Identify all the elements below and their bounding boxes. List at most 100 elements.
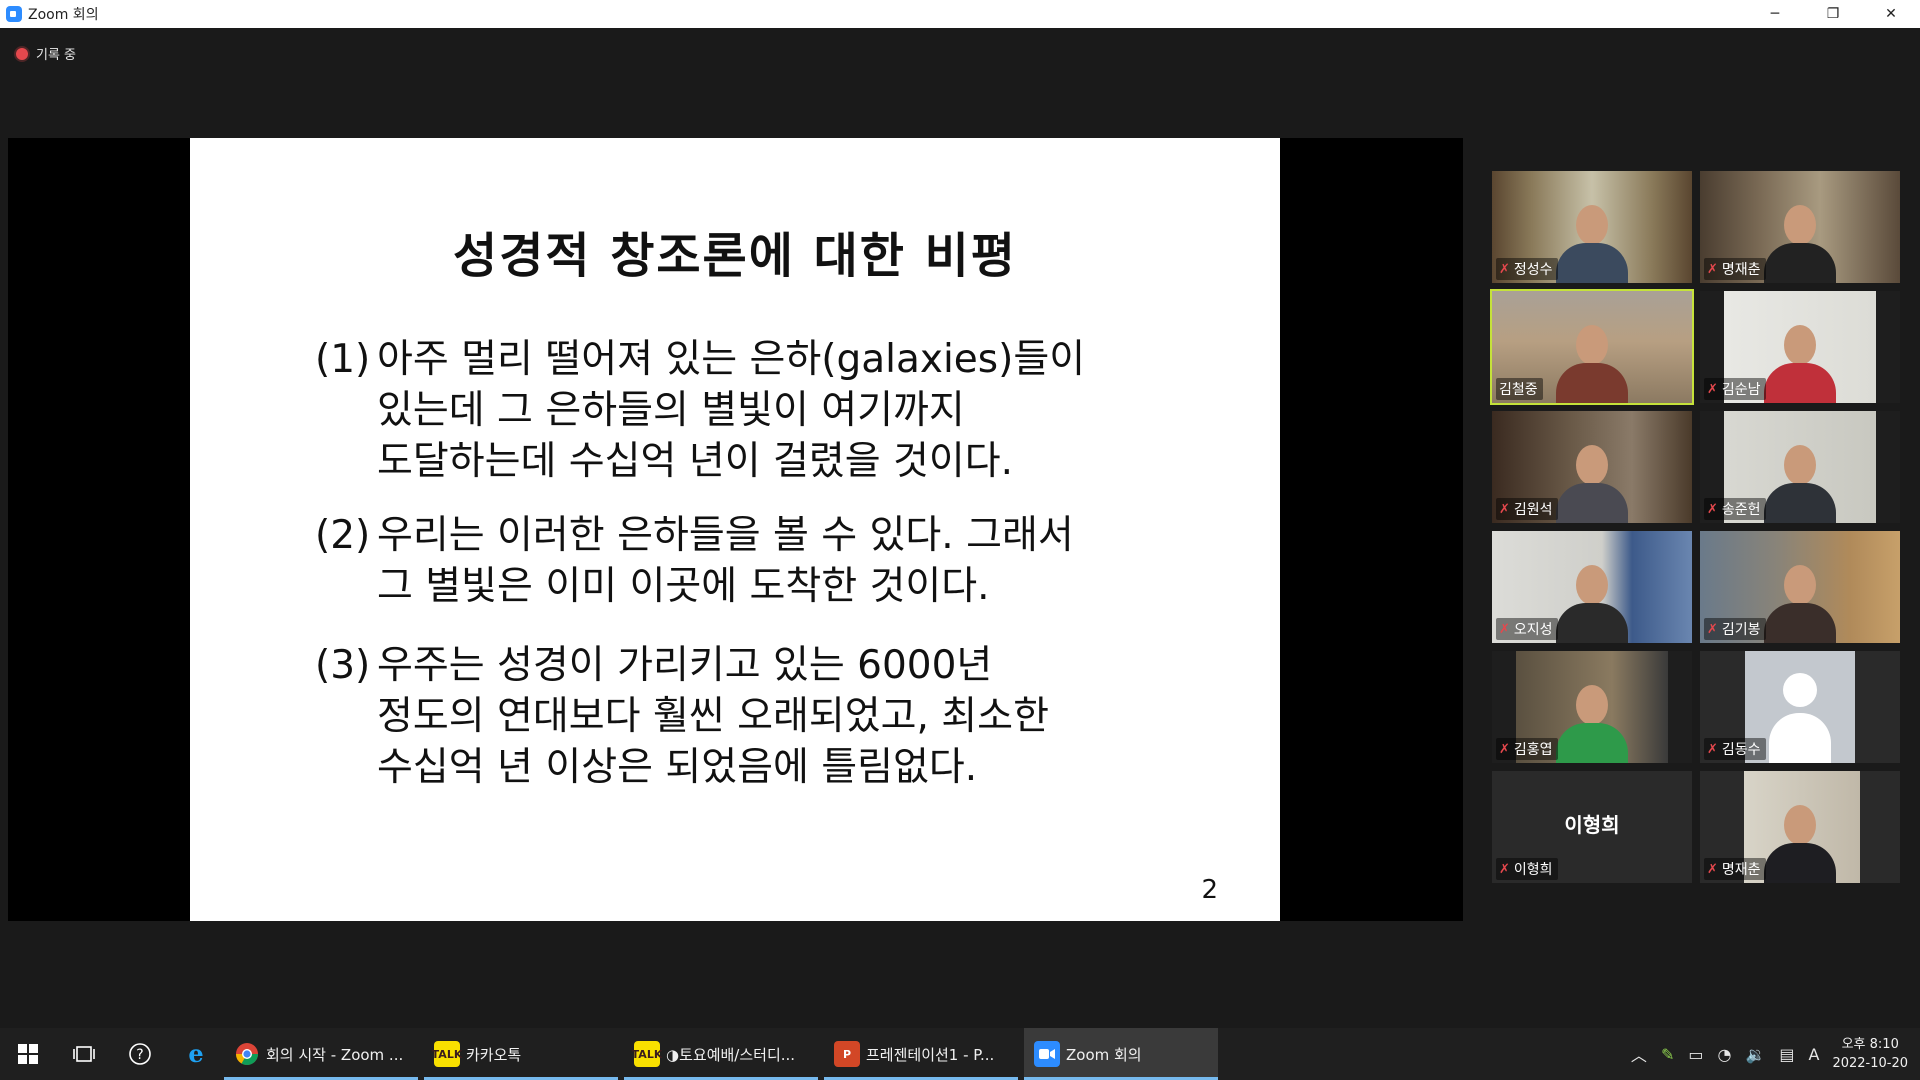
taskbar-app-powerpoint[interactable]: P 프레젠테이션1 - P... [824, 1028, 1018, 1080]
battery-icon[interactable]: ▭ [1688, 1045, 1703, 1064]
participant-tile[interactable]: ✗ 송준헌 [1700, 411, 1900, 523]
slide-page-number: 2 [1201, 875, 1218, 905]
slide-point-text: 아주 멀리 떨어져 있는 은하(galaxies)들이 있는데 그 은하들의 별… [377, 337, 1086, 484]
mic-muted-icon: ✗ [1707, 381, 1718, 397]
clock-date: 2022-10-20 [1832, 1056, 1908, 1071]
slide-point-2: (2) 우리는 이러한 은하들을 볼 수 있다. 그래서 그 별빛은 이미 이곳… [315, 510, 1215, 612]
participant-tile-active-speaker[interactable]: 김철중 [1490, 289, 1694, 405]
participant-video [1760, 187, 1840, 283]
participant-tile[interactable]: ✗ 정성수 [1492, 171, 1692, 283]
slide-title: 성경적 창조론에 대한 비평 [453, 228, 1017, 284]
participant-video [1760, 787, 1840, 883]
participant-tile[interactable]: ✗ 김기봉 [1700, 531, 1900, 643]
meeting-area: 기록 중 성경적 창조론에 대한 비평 (1) 아주 멀리 떨어져 있는 은하(… [0, 28, 1920, 1028]
taskbar-app-label: Zoom 회의 [1066, 1045, 1142, 1064]
ime-indicator[interactable]: A [1808, 1045, 1819, 1064]
participant-video [1760, 427, 1840, 523]
window-title: Zoom 회의 [28, 7, 99, 23]
participant-name: 정성수 [1513, 262, 1553, 278]
taskbar-app-label: 카카오톡 [466, 1045, 522, 1064]
powerpoint-icon: P [834, 1041, 860, 1067]
help-icon[interactable]: ? [112, 1028, 168, 1080]
participant-name: 김철중 [1499, 382, 1538, 398]
mic-muted-icon: ✗ [1499, 501, 1510, 517]
participant-tile-video-off[interactable]: 이형희 ✗ 이형희 [1492, 771, 1692, 883]
participant-name: 김순남 [1721, 382, 1761, 398]
participant-video [1552, 547, 1632, 643]
mic-muted-icon: ✗ [1707, 741, 1718, 757]
system-tray: ︿ ✎ ▭ ◔ 🔉 ▤ A 오후 8:10 2022-10-20 [1624, 1028, 1920, 1080]
slide-point-text: 우리는 이러한 은하들을 볼 수 있다. 그래서 그 별빛은 이미 이곳에 도착… [377, 513, 1074, 609]
taskbar: ? e 회의 시작 - Zoom ... TALK 카카오톡 TALK ◑토요예… [0, 1028, 1920, 1080]
participant-video [1760, 307, 1840, 403]
participant-tile[interactable]: ✗ 명재춘 [1700, 171, 1900, 283]
kakaotalk-icon: TALK [632, 1041, 662, 1067]
participant-name: 김원석 [1513, 502, 1553, 518]
network-icon[interactable]: ◔ [1717, 1045, 1731, 1064]
taskbar-app-label: ◑토요예배/스터디... [666, 1045, 796, 1064]
recording-label: 기록 중 [36, 48, 77, 63]
chrome-icon [234, 1041, 260, 1067]
recording-indicator[interactable]: 기록 중 [16, 44, 76, 63]
restore-button[interactable]: ❐ [1804, 0, 1862, 28]
mic-muted-icon: ✗ [1499, 621, 1510, 637]
internet-explorer-icon[interactable]: e [168, 1028, 224, 1080]
participant-tile[interactable]: ✗ 오지성 [1492, 531, 1692, 643]
slide-point-text: 우주는 성경이 가리키고 있는 6000년 정도의 연대보다 훨씬 오래되었고,… [377, 643, 1049, 790]
slide-point-1: (1) 아주 멀리 떨어져 있는 은하(galaxies)들이 있는데 그 은하… [315, 334, 1215, 487]
mic-muted-icon: ✗ [1499, 261, 1510, 277]
participant-name: 명재춘 [1721, 262, 1761, 278]
mic-muted-icon: ✗ [1707, 861, 1718, 877]
mic-muted-icon: ✗ [1707, 501, 1718, 517]
pen-icon[interactable]: ✎ [1661, 1045, 1674, 1064]
taskbar-app-kakaotalk[interactable]: TALK 카카오톡 [424, 1028, 618, 1080]
taskbar-app-label: 회의 시작 - Zoom ... [266, 1045, 404, 1064]
participant-name: 김기봉 [1721, 622, 1761, 638]
mic-muted-icon: ✗ [1499, 741, 1510, 757]
participant-video [1552, 667, 1632, 763]
slide-point-number: (3) [315, 643, 371, 688]
taskbar-app-label: 프레젠테이션1 - P... [866, 1045, 995, 1064]
svg-text:e: e [188, 1041, 203, 1067]
participant-name: 이형희 [1513, 862, 1553, 878]
taskbar-app-kakaotalk-chat[interactable]: TALK ◑토요예배/스터디... [624, 1028, 818, 1080]
clock-time: 오후 8:10 [1841, 1037, 1899, 1052]
window-titlebar: Zoom 회의 ─ ❐ ✕ [0, 0, 1920, 28]
svg-text:?: ? [136, 1047, 143, 1063]
participant-name: 김홍엽 [1513, 742, 1553, 758]
participant-tile[interactable]: ✗ 김원석 [1492, 411, 1692, 523]
screen-share: 성경적 창조론에 대한 비평 (1) 아주 멀리 떨어져 있는 은하(galax… [8, 138, 1463, 921]
minimize-button[interactable]: ─ [1746, 0, 1804, 28]
taskbar-app-zoom[interactable]: Zoom 회의 [1024, 1028, 1218, 1080]
recording-dot-icon [16, 47, 28, 60]
task-view-icon[interactable] [56, 1028, 112, 1080]
slide-point-number: (2) [315, 513, 371, 558]
participant-tile[interactable]: ✗ 김홍엽 [1492, 651, 1692, 763]
participant-tile[interactable]: ✗ 명재춘 [1700, 771, 1900, 883]
participant-name: 김동수 [1721, 742, 1761, 758]
participant-tile[interactable]: ✗ 김순남 [1700, 291, 1900, 403]
participant-name: 명재춘 [1721, 862, 1761, 878]
close-button[interactable]: ✕ [1862, 0, 1920, 28]
participant-video [1552, 307, 1632, 403]
participant-video [1552, 187, 1632, 283]
taskbar-app-chrome[interactable]: 회의 시작 - Zoom ... [224, 1028, 418, 1080]
slide-point-3: (3) 우주는 성경이 가리키고 있는 6000년 정도의 연대보다 훨씬 오래… [315, 640, 1215, 793]
window-controls: ─ ❐ ✕ [1746, 0, 1920, 28]
zoom-icon [1034, 1041, 1060, 1067]
kakaotalk-icon: TALK [432, 1041, 462, 1067]
slide-point-number: (1) [315, 337, 371, 382]
participant-name: 송준헌 [1721, 502, 1761, 518]
clock[interactable]: 오후 8:10 2022-10-20 [1832, 1035, 1908, 1073]
windows-start-icon[interactable] [0, 1028, 56, 1080]
volume-icon[interactable]: 🔉 [1745, 1045, 1765, 1064]
mic-muted-icon: ✗ [1499, 861, 1510, 877]
notification-icon[interactable]: ▤ [1779, 1045, 1794, 1064]
participant-video [1552, 427, 1632, 523]
show-hidden-icons-icon[interactable]: ︿ [1631, 1042, 1647, 1066]
mic-muted-icon: ✗ [1707, 261, 1718, 277]
mic-muted-icon: ✗ [1707, 621, 1718, 637]
participant-video [1760, 547, 1840, 643]
participant-tile-video-off[interactable]: ✗ 김동수 [1700, 651, 1900, 763]
presentation-slide: 성경적 창조론에 대한 비평 (1) 아주 멀리 떨어져 있는 은하(galax… [190, 138, 1280, 921]
